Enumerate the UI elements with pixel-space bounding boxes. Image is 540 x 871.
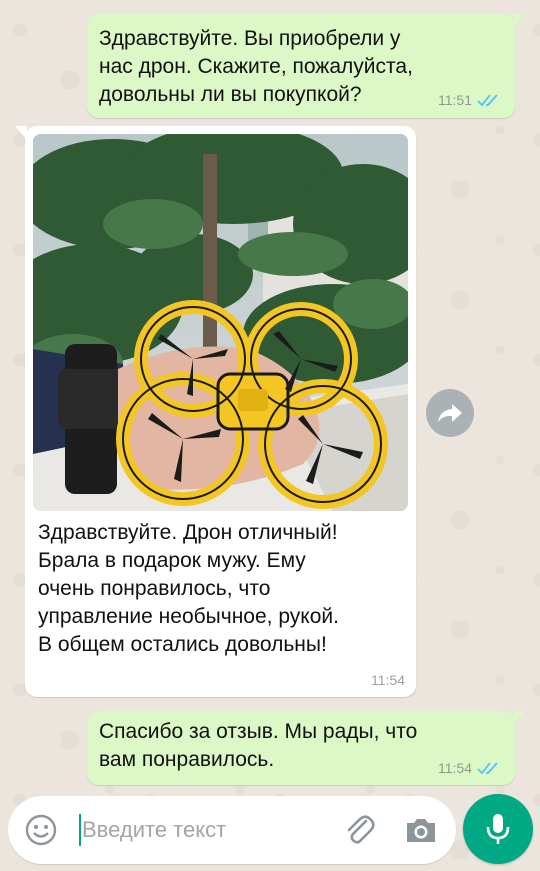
message-list[interactable]: Здравствуйте. Вы приобрели у нас дрон. С… [0,0,540,871]
forward-button[interactable] [426,389,474,437]
double-check-read-icon [477,762,498,775]
message-input[interactable] [82,814,322,846]
paperclip-icon[interactable] [340,811,378,849]
message-text: Здравствуйте. Дрон отличный! Брала в под… [38,521,339,656]
message-time: 11:54 [371,672,405,688]
message-time: 11:54 [438,760,472,776]
message-text: Здравствуйте. Вы приобрели у нас дрон. С… [99,27,413,106]
yellow-drone-image [33,134,408,511]
camera-icon[interactable] [402,811,440,849]
message-meta: 11:51 [438,92,503,108]
message-time: 11:51 [438,92,472,108]
text-caret [79,814,81,846]
outgoing-message[interactable]: Здравствуйте. Вы приобрели у нас дрон. С… [87,14,525,118]
incoming-message[interactable]: Здравствуйте. Дрон отличный! Брала в под… [15,126,416,697]
forward-arrow-icon [438,404,462,422]
outgoing-message[interactable]: Спасибо за отзыв. Мы рады, что вам понра… [87,711,525,785]
message-text: Спасибо за отзыв. Мы рады, что вам понра… [99,720,418,771]
drone-photo[interactable] [33,134,408,511]
microphone-icon [486,814,510,844]
double-check-read-icon [477,94,498,107]
message-composer [8,796,456,864]
emoji-icon[interactable] [24,813,58,847]
message-meta: 11:54 [371,672,405,688]
message-meta: 11:54 [438,760,503,776]
mic-button[interactable] [463,794,533,864]
